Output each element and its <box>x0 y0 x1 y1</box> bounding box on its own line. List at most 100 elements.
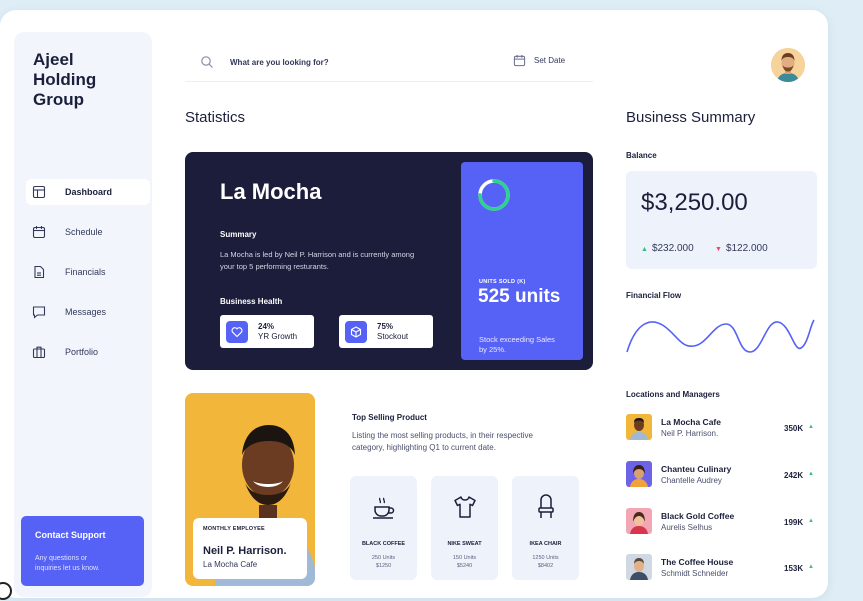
manager-avatar <box>626 461 652 487</box>
search-bar[interactable]: What are you looking for? Set Date <box>185 43 593 82</box>
location-row[interactable]: The Coffee House Schmidt Schneider 153K … <box>626 554 817 582</box>
product-units: 250 Units <box>371 555 396 561</box>
set-date-label: Set Date <box>534 56 566 65</box>
location-row[interactable]: La Mocha Cafe Neil P. Harrison. 350K ▲ <box>626 414 817 442</box>
locations-title: Locations and Managers <box>626 390 720 399</box>
arrow-up-icon: ▲ <box>808 471 814 477</box>
location-name: La Mocha Cafe <box>661 417 721 427</box>
balance-title: Balance <box>626 151 657 160</box>
brand-name: Ajeel Holding Group <box>33 50 97 109</box>
location-row[interactable]: Chanteu Culinary Chantelle Audrey 242K ▲ <box>626 461 817 489</box>
contact-support-subtitle: Any questions or inquiries let us know. <box>35 555 100 572</box>
chair-icon <box>533 494 559 520</box>
stockout-stat: 75% Stockout <box>339 315 433 348</box>
layout-icon <box>32 185 46 199</box>
contact-support-title: Contact Support <box>35 530 106 540</box>
manager-name: Chantelle Audrey <box>661 476 722 485</box>
sidebar-item-portfolio[interactable]: Portfolio <box>26 339 150 365</box>
manager-name: Aurelis Selhus <box>661 523 713 532</box>
growth-label: YR Growth <box>258 331 298 341</box>
app-window: Ajeel Holding Group Dashboard Schedule F… <box>0 10 828 598</box>
document-icon <box>32 265 46 279</box>
arrow-up-icon: ▲ <box>641 246 648 253</box>
units-sold-panel: UNITS SOLD (K) 525 units Stock exceeding… <box>461 162 583 360</box>
location-name: Black Gold Coffee <box>661 511 735 521</box>
growth-stat: 24% YR Growth <box>220 315 314 348</box>
units-sold-label: UNITS SOLD (K) <box>479 279 526 285</box>
calendar-icon <box>513 54 526 67</box>
sidebar-item-label: Schedule <box>65 227 103 237</box>
top-selling-title: Top Selling Product <box>352 413 427 422</box>
restaurant-name: La Mocha <box>220 179 322 204</box>
location-value: 153K <box>784 564 804 573</box>
financial-flow-title: Financial Flow <box>626 291 682 300</box>
location-name: Chanteu Culinary <box>661 464 732 474</box>
product-name: BLACK COFFEE <box>361 541 406 547</box>
arrow-up-icon: ▲ <box>808 424 814 430</box>
balance-card: $3,250.00 ▲ $232.000 ▼ $122.000 <box>626 171 817 269</box>
manager-avatar <box>626 508 652 534</box>
set-date-button[interactable]: Set Date <box>513 54 565 67</box>
product-units: 150 Units <box>452 555 477 561</box>
restaurant-stats-card: La Mocha Summary La Mocha is led by Neil… <box>185 152 593 370</box>
product-name: IKEA CHAIR <box>529 541 562 547</box>
arrow-up-icon: ▲ <box>808 564 814 570</box>
income-stat: ▲ $232.000 <box>641 243 694 254</box>
product-card-black-coffee[interactable]: BLACK COFFEE 250 Units $1250 <box>350 476 417 580</box>
expense-stat: ▼ $122.000 <box>715 243 768 254</box>
business-summary-title: Business Summary <box>626 109 756 126</box>
units-sold-value: 525 units <box>478 286 561 307</box>
corner-indicator-icon <box>0 582 12 600</box>
coffee-cup-icon <box>371 494 397 520</box>
heart-icon <box>226 320 248 343</box>
statistics-title: Statistics <box>185 109 246 126</box>
stockout-value: 75% <box>377 321 394 331</box>
financial-flow-line <box>626 319 815 353</box>
sidebar-item-messages[interactable]: Messages <box>26 299 150 325</box>
monthly-employee-card: MONTHLY EMPLOYEE Neil P. Harrison. La Mo… <box>185 393 315 586</box>
manager-name: Schmidt Schneider <box>661 569 729 578</box>
sidebar-item-label: Dashboard <box>65 187 113 197</box>
location-name: The Coffee House <box>661 557 734 567</box>
user-avatar[interactable] <box>771 48 805 82</box>
income-value: $232.000 <box>651 243 694 254</box>
stockout-label: Stockout <box>377 331 409 341</box>
employee-badge: MONTHLY EMPLOYEE <box>203 526 265 532</box>
sidebar-item-schedule[interactable]: Schedule <box>26 219 150 245</box>
sidebar: Ajeel Holding Group Dashboard Schedule F… <box>14 32 152 597</box>
employee-label-card: MONTHLY EMPLOYEE Neil P. Harrison. La Mo… <box>193 518 307 579</box>
location-value: 199K <box>784 518 804 527</box>
arrow-down-icon: ▼ <box>715 246 722 253</box>
product-card-nike-sweat[interactable]: NIKE SWEAT 150 Units $5240 <box>431 476 498 580</box>
location-row[interactable]: Black Gold Coffee Aurelis Selhus 199K ▲ <box>626 508 817 536</box>
search-input[interactable]: What are you looking for? <box>230 58 329 67</box>
manager-avatar <box>626 554 652 580</box>
product-name: NIKE SWEAT <box>447 541 482 547</box>
sidebar-item-financials[interactable]: Financials <box>26 259 150 285</box>
tshirt-icon <box>452 494 478 520</box>
units-sold-desc: Stock exceeding Sales by 25%. <box>479 335 555 354</box>
summary-text: La Mocha is led by Neil P. Harrison and … <box>220 250 415 271</box>
product-price: $1250 <box>375 563 392 569</box>
expense-value: $122.000 <box>725 243 768 254</box>
product-units: 1250 Units <box>532 555 559 561</box>
sidebar-item-label: Messages <box>65 307 107 317</box>
financial-flow-chart <box>626 319 815 353</box>
growth-value: 24% <box>258 321 275 331</box>
chat-icon <box>32 305 46 319</box>
manager-avatar <box>626 414 652 440</box>
arrow-up-icon: ▲ <box>808 518 814 524</box>
balance-value: $3,250.00 <box>641 189 748 216</box>
manager-name: Neil P. Harrison. <box>661 429 719 438</box>
sidebar-item-dashboard[interactable]: Dashboard <box>26 179 150 205</box>
product-card-ikea-chair[interactable]: IKEA CHAIR 1250 Units $8402 <box>512 476 579 580</box>
summary-title: Summary <box>220 230 257 239</box>
calendar-icon <box>32 225 46 239</box>
sidebar-item-label: Financials <box>65 267 106 277</box>
location-value: 350K <box>784 424 804 433</box>
box-icon <box>345 320 367 343</box>
briefcase-icon <box>32 345 46 359</box>
contact-support-card[interactable]: Contact Support Any questions or inquiri… <box>21 516 144 586</box>
search-icon <box>200 55 214 69</box>
progress-ring <box>478 179 510 211</box>
